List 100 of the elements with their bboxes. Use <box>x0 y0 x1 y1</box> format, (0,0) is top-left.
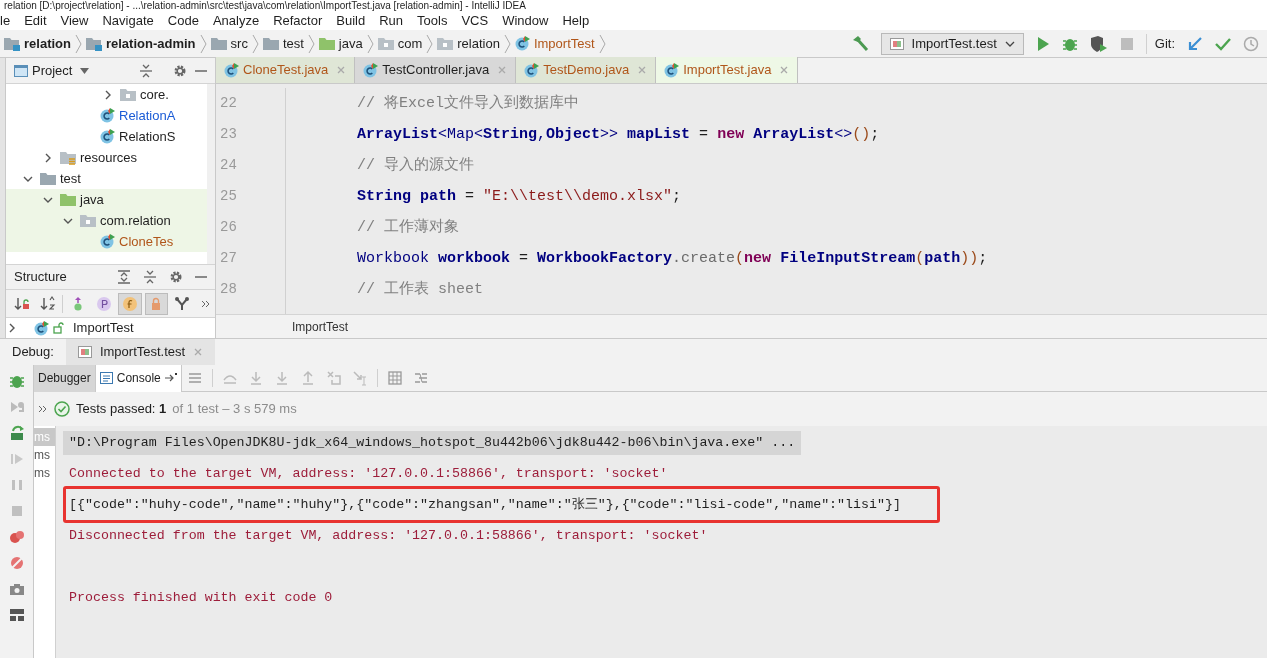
tree-item[interactable]: com.relation <box>6 210 207 231</box>
debug-tab[interactable]: Console <box>94 364 182 392</box>
collapse-all-icon[interactable] <box>139 63 153 78</box>
settings-icon[interactable] <box>169 270 183 284</box>
folder-icon <box>262 37 279 50</box>
collapse-all-icon[interactable] <box>143 270 157 284</box>
line-number: 23 <box>219 125 238 144</box>
dropdown-caret-icon <box>80 67 90 74</box>
tree-item[interactable]: RelationS <box>6 126 207 147</box>
resources-folder-icon <box>60 150 76 165</box>
more-chevrons-icon[interactable] <box>201 298 211 309</box>
editor-tab[interactable]: CloneTest.java <box>216 57 356 83</box>
breadcrumb-item[interactable]: ImportTest <box>292 317 348 336</box>
breadcrumb-item[interactable]: relation-admin <box>81 32 200 55</box>
breadcrumb-item[interactable]: src <box>206 32 252 55</box>
pin-arrow-icon[interactable] <box>164 373 177 383</box>
expand-chevrons-icon[interactable] <box>38 404 48 414</box>
stop-icon[interactable] <box>1119 36 1134 51</box>
unlocked-icon <box>53 322 65 334</box>
run-icon[interactable] <box>1035 35 1050 52</box>
menu-item[interactable]: VCS <box>461 12 489 30</box>
code-line: // 工作表 sheet <box>357 279 484 300</box>
breadcrumb-item[interactable]: relation <box>0 32 75 55</box>
breadcrumb-item[interactable]: com <box>373 32 427 55</box>
menu-item[interactable]: Analyze <box>212 12 260 30</box>
run-to-cursor-icon[interactable] <box>351 370 368 386</box>
resume-icon[interactable] <box>8 399 25 415</box>
editor-tab[interactable]: TestController.java <box>355 57 517 83</box>
menu-item[interactable]: Tools <box>417 12 448 30</box>
debug-tab[interactable]: Debugger <box>34 364 95 392</box>
drop-frame-icon[interactable] <box>325 370 342 386</box>
test-class-icon <box>664 62 680 78</box>
package-icon <box>80 214 96 227</box>
menu-item[interactable]: Code <box>167 12 199 30</box>
line-number: 28 <box>219 280 238 299</box>
run-configuration-dropdown[interactable]: ImportTest.test <box>880 32 1024 55</box>
menu-item[interactable]: Navigate <box>102 12 154 30</box>
layout-icon[interactable] <box>8 607 25 623</box>
settings-icon[interactable] <box>173 63 187 78</box>
tree-item[interactable]: core. <box>6 84 207 105</box>
test-duration: of 1 test – 3 s 579 ms <box>172 400 297 419</box>
tree-item[interactable]: java <box>6 189 207 210</box>
tree-item[interactable]: resources <box>6 147 207 168</box>
editor-tab[interactable]: ImportTest.java <box>656 57 799 83</box>
expand-all-icon[interactable] <box>117 270 131 284</box>
menu-item[interactable]: le <box>0 12 11 30</box>
toggle-button[interactable] <box>118 292 142 315</box>
test-passed-icon <box>54 401 70 417</box>
test-time[interactable]: ms <box>34 446 55 464</box>
test-class-icon <box>524 62 540 78</box>
test-class-icon <box>100 129 115 144</box>
menu-item[interactable]: Build <box>336 12 366 30</box>
evaluate-table-icon[interactable] <box>386 370 403 386</box>
console-line: [{"code":"huhy-code","name":"huhy"},{"code":"zhangsan","name":"张三"},{"code":"lisi-code","name":"lisi"}] <box>68 495 902 514</box>
breadcrumb-item[interactable]: ImportTest <box>510 32 599 55</box>
trace-icon[interactable] <box>412 370 429 386</box>
git-label: Git: <box>1154 34 1175 53</box>
close-icon[interactable] <box>637 65 648 75</box>
breadcrumb-item[interactable]: java <box>314 32 367 55</box>
test-class-icon <box>34 320 49 336</box>
menu-item[interactable]: Help <box>562 12 590 30</box>
debug-session-tab[interactable]: ImportTest.test <box>65 338 216 366</box>
breadcrumb-separator-icon <box>251 33 259 54</box>
code-line: Workbook workbook = WorkbookFactory.create(new FileInputStream(path)); <box>357 249 989 269</box>
test-class-icon <box>363 62 379 78</box>
mute-breakpoints-icon[interactable] <box>8 555 25 571</box>
menu-item[interactable]: View <box>60 12 89 30</box>
update-arrow-icon[interactable] <box>1187 35 1203 52</box>
menu-item[interactable]: Refactor <box>273 12 323 30</box>
tree-item[interactable]: RelationA <box>6 105 207 126</box>
close-icon[interactable] <box>497 65 508 75</box>
tree-item[interactable]: ImportTest <box>6 318 215 338</box>
debug-bug-icon[interactable] <box>8 373 25 389</box>
rerun-icon[interactable] <box>8 425 25 441</box>
breadcrumb-item[interactable]: test <box>258 32 308 55</box>
window-title: relation [D:\project\relation] - ...\relation-admin\src\test\java\com\relation\ImportTest.java [relation-admin] - IntelliJ IDEA <box>3 0 526 12</box>
close-icon[interactable] <box>779 65 790 75</box>
menu-item[interactable]: Window <box>502 12 549 30</box>
console-icon <box>99 372 113 384</box>
code-line: // 导入的源文件 <box>357 155 475 176</box>
menu-item[interactable]: Run <box>379 12 404 30</box>
tree-item[interactable]: test <box>6 168 207 189</box>
breadcrumb-item[interactable]: relation <box>433 32 504 55</box>
menu-item[interactable]: Edit <box>24 12 47 30</box>
folder-icon <box>40 172 56 185</box>
tree-item[interactable]: CloneTes <box>6 231 207 252</box>
toggle-button[interactable] <box>144 292 168 315</box>
folder-icon <box>318 37 335 50</box>
close-icon[interactable] <box>193 347 204 357</box>
menu-icon[interactable] <box>186 370 203 386</box>
camera-icon[interactable] <box>8 581 25 597</box>
history-clock-icon[interactable] <box>1243 35 1259 52</box>
close-icon[interactable] <box>336 65 347 75</box>
test-class-icon <box>100 108 115 123</box>
editor-tab[interactable]: TestDemo.java <box>516 57 657 83</box>
test-time[interactable]: ms <box>34 464 55 482</box>
breakpoints-icon[interactable] <box>8 529 25 545</box>
code-line: ArrayList<Map<String,Object>> mapList = new ArrayList<>(); <box>357 125 881 145</box>
run-with-coverage-icon[interactable] <box>1089 35 1108 52</box>
folder-icon <box>210 37 227 50</box>
